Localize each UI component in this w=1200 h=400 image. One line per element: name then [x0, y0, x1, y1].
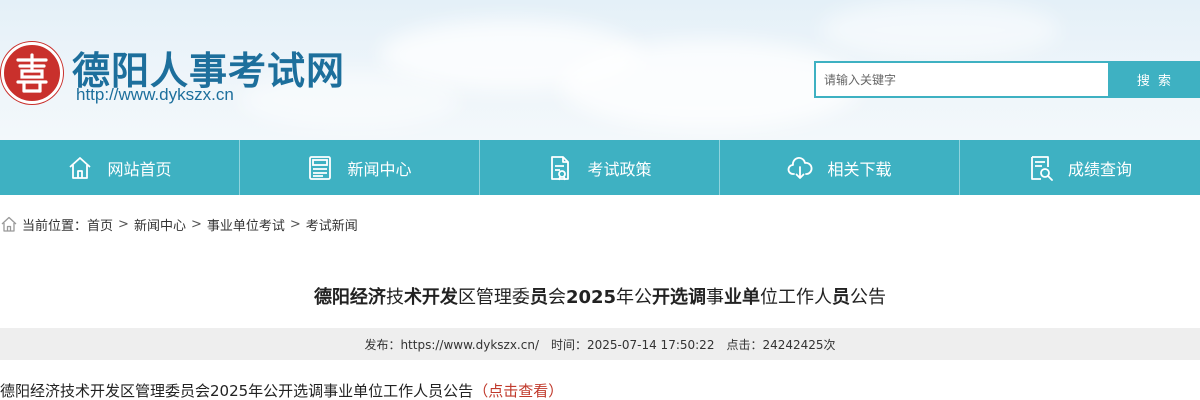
breadcrumb: 当前位置： 首页 > 新闻中心 > 事业单位考试 > 考试新闻 [0, 214, 358, 234]
nav-item-label: 考试政策 [587, 159, 652, 179]
article-title-part: 会 [547, 287, 566, 308]
seal-glyph-icon [16, 53, 48, 93]
breadcrumb-link-home[interactable]: 首页 [87, 215, 113, 234]
article-content-text: 德阳经济技术开发区管理委员会2025年公开选调事业单位工作人员公告 [0, 382, 474, 400]
article-title-part: 区管理委 [457, 287, 530, 308]
nav-item-score-query[interactable]: 成绩查询 [960, 140, 1200, 195]
breadcrumb-separator: > [289, 216, 301, 232]
site-logo-icon[interactable] [1, 42, 63, 104]
article-title: 德阳经济技术开发区管理委员会2025年公开选调事业单位工作人员公告 [0, 283, 1200, 309]
article-title-part: 年公 [616, 287, 653, 308]
nav-item-label: 相关下载 [827, 159, 892, 179]
score-search-icon [1028, 155, 1054, 181]
breadcrumb-separator: > [118, 216, 129, 232]
main-nav: 网站首页 新闻中心 考试政策 相关下载 成绩查询 [0, 140, 1200, 195]
nav-item-home[interactable]: 网站首页 [0, 140, 240, 195]
article-publisher: 发布：https://www.dykszx.cn/ [364, 337, 539, 352]
breadcrumb-prefix: 当前位置： [22, 218, 88, 234]
header-cloud-decoration [820, 0, 1060, 60]
nav-item-label: 新闻中心 [347, 159, 412, 179]
breadcrumb-link-public-institution-exams[interactable]: 事业单位考试 [207, 215, 285, 234]
nav-item-policy[interactable]: 考试政策 [480, 140, 720, 195]
article-title-part: 术开发 [403, 287, 458, 308]
article-title-part: 开选调 [652, 287, 707, 308]
view-attachment-link[interactable]: （点击查看） [473, 382, 563, 400]
news-icon [307, 155, 333, 181]
nav-item-label: 网站首页 [107, 159, 172, 179]
breadcrumb-home-icon [1, 216, 17, 232]
article-title-part: 德阳经济 [313, 287, 386, 308]
article-content: 德阳经济技术开发区管理委员会2025年公开选调事业单位工作人员公告（点击查看） [0, 380, 563, 400]
search-button[interactable]: 搜 索 [1110, 61, 1200, 98]
site-header: 德阳人事考试网 http://www.dykszx.cn 搜 索 [0, 0, 1200, 140]
policy-document-icon [547, 155, 573, 181]
article-title-part: 业单 [724, 287, 761, 308]
nav-item-downloads[interactable]: 相关下载 [720, 140, 960, 195]
breadcrumb-separator: > [190, 216, 202, 232]
article-title-part: 2025 [565, 287, 617, 308]
article-click-count: 点击：24242425次 [726, 337, 836, 352]
breadcrumb-link-news-center[interactable]: 新闻中心 [134, 215, 186, 234]
article-title-part: 事 [706, 287, 725, 308]
article-title-part: 员 [529, 287, 548, 308]
article-title-part: 员 [832, 287, 851, 308]
breadcrumb-link-exam-news[interactable]: 考试新闻 [306, 215, 358, 234]
home-icon [67, 155, 93, 181]
search-input[interactable] [816, 63, 1108, 96]
article-meta-bar: 发布：https://www.dykszx.cn/ 时间：2025-07-14 … [0, 328, 1200, 360]
search-box [814, 61, 1110, 98]
article-publish-time: 时间：2025-07-14 17:50:22 [551, 337, 715, 352]
site-url[interactable]: http://www.dykszx.cn [76, 85, 234, 105]
nav-item-label: 成绩查询 [1067, 159, 1132, 179]
article-title-part: 位工作人 [760, 287, 833, 308]
article-title-part: 技 [385, 287, 404, 308]
article-title-part: 公告 [850, 287, 887, 308]
cloud-download-icon [787, 155, 813, 181]
nav-item-news[interactable]: 新闻中心 [240, 140, 480, 195]
